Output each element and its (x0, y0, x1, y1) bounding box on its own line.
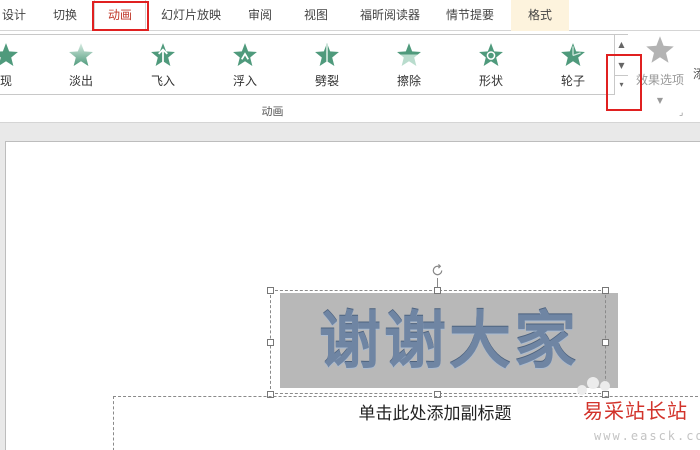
highlight-box-animations-tab (92, 1, 149, 31)
animation-label: 擦除 (396, 74, 421, 88)
resize-handle-right[interactable] (602, 339, 609, 346)
highlight-box-more-button (606, 54, 642, 111)
watermark-title: 易采站长站 (583, 399, 688, 423)
subtitle-placeholder[interactable]: 单击此处添加副标题 (280, 399, 590, 424)
star-icon (646, 36, 674, 63)
tab-review[interactable]: 审阅 (240, 0, 280, 31)
tab-format[interactable]: 格式 (511, 0, 569, 31)
tab-slideshow[interactable]: 幻灯片放映 (158, 0, 224, 31)
tab-foxit-reader[interactable]: 福昕阅读器 (350, 0, 430, 31)
float-in-star-icon (233, 43, 257, 67)
tab-design[interactable]: 设计 (0, 0, 28, 31)
animation-label: 现 (0, 74, 12, 88)
animation-gallery: 现 淡出 飞入 浮入 劈裂 擦除 形状 轮子 ▲ ▼ ▾ (0, 34, 628, 95)
animation-fly-in[interactable]: 飞入 (138, 41, 188, 89)
chevron-up-icon: ▲ (618, 40, 625, 49)
animation-label: 浮入 (232, 74, 257, 88)
gallery-scroll-up-button[interactable]: ▲ (614, 35, 628, 55)
animation-appear[interactable]: 现 (0, 41, 31, 89)
split-star-icon (315, 43, 339, 67)
shape-star-icon (479, 43, 503, 67)
resize-handle-left[interactable] (267, 339, 274, 346)
tab-storyboard[interactable]: 情节提要 (440, 0, 500, 31)
animation-wipe[interactable]: 擦除 (384, 41, 434, 89)
wipe-star-icon (397, 43, 421, 67)
animation-split[interactable]: 劈裂 (302, 41, 352, 89)
selection-frame (270, 290, 606, 394)
animation-label: 形状 (478, 74, 503, 88)
ribbon-group-label: 动画 (261, 105, 284, 118)
animation-fade[interactable]: 淡出 (56, 41, 106, 89)
next-group-edge: 添 (693, 67, 700, 81)
wheel-star-icon (561, 43, 585, 67)
ribbon-panel: 现 淡出 飞入 浮入 劈裂 擦除 形状 轮子 ▲ ▼ ▾ 效果选项 ▼ 添 动画… (0, 31, 700, 123)
chevron-down-icon: ▼ (656, 96, 664, 105)
tab-transitions[interactable]: 切换 (45, 0, 85, 31)
fly-in-star-icon (151, 43, 175, 67)
animation-label: 劈裂 (314, 74, 339, 88)
animation-float-in[interactable]: 浮入 (220, 41, 270, 89)
animation-label: 淡出 (68, 74, 93, 88)
animation-shape[interactable]: 形状 (466, 41, 516, 89)
watermark-url: www.easck.com (594, 429, 700, 443)
animation-label: 飞入 (150, 74, 175, 88)
dialog-launcher-icon[interactable]: ⌟ (679, 108, 683, 118)
resize-handle-top-right[interactable] (602, 287, 609, 294)
fade-star-icon (69, 43, 93, 67)
rotate-handle-icon[interactable] (430, 263, 445, 278)
tab-view[interactable]: 视图 (296, 0, 336, 31)
appear-star-icon (0, 43, 18, 67)
animation-label: 轮子 (560, 74, 585, 88)
resize-handle-top[interactable] (434, 287, 441, 294)
resize-handle-top-left[interactable] (267, 287, 274, 294)
animation-wheel[interactable]: 轮子 (548, 41, 598, 89)
